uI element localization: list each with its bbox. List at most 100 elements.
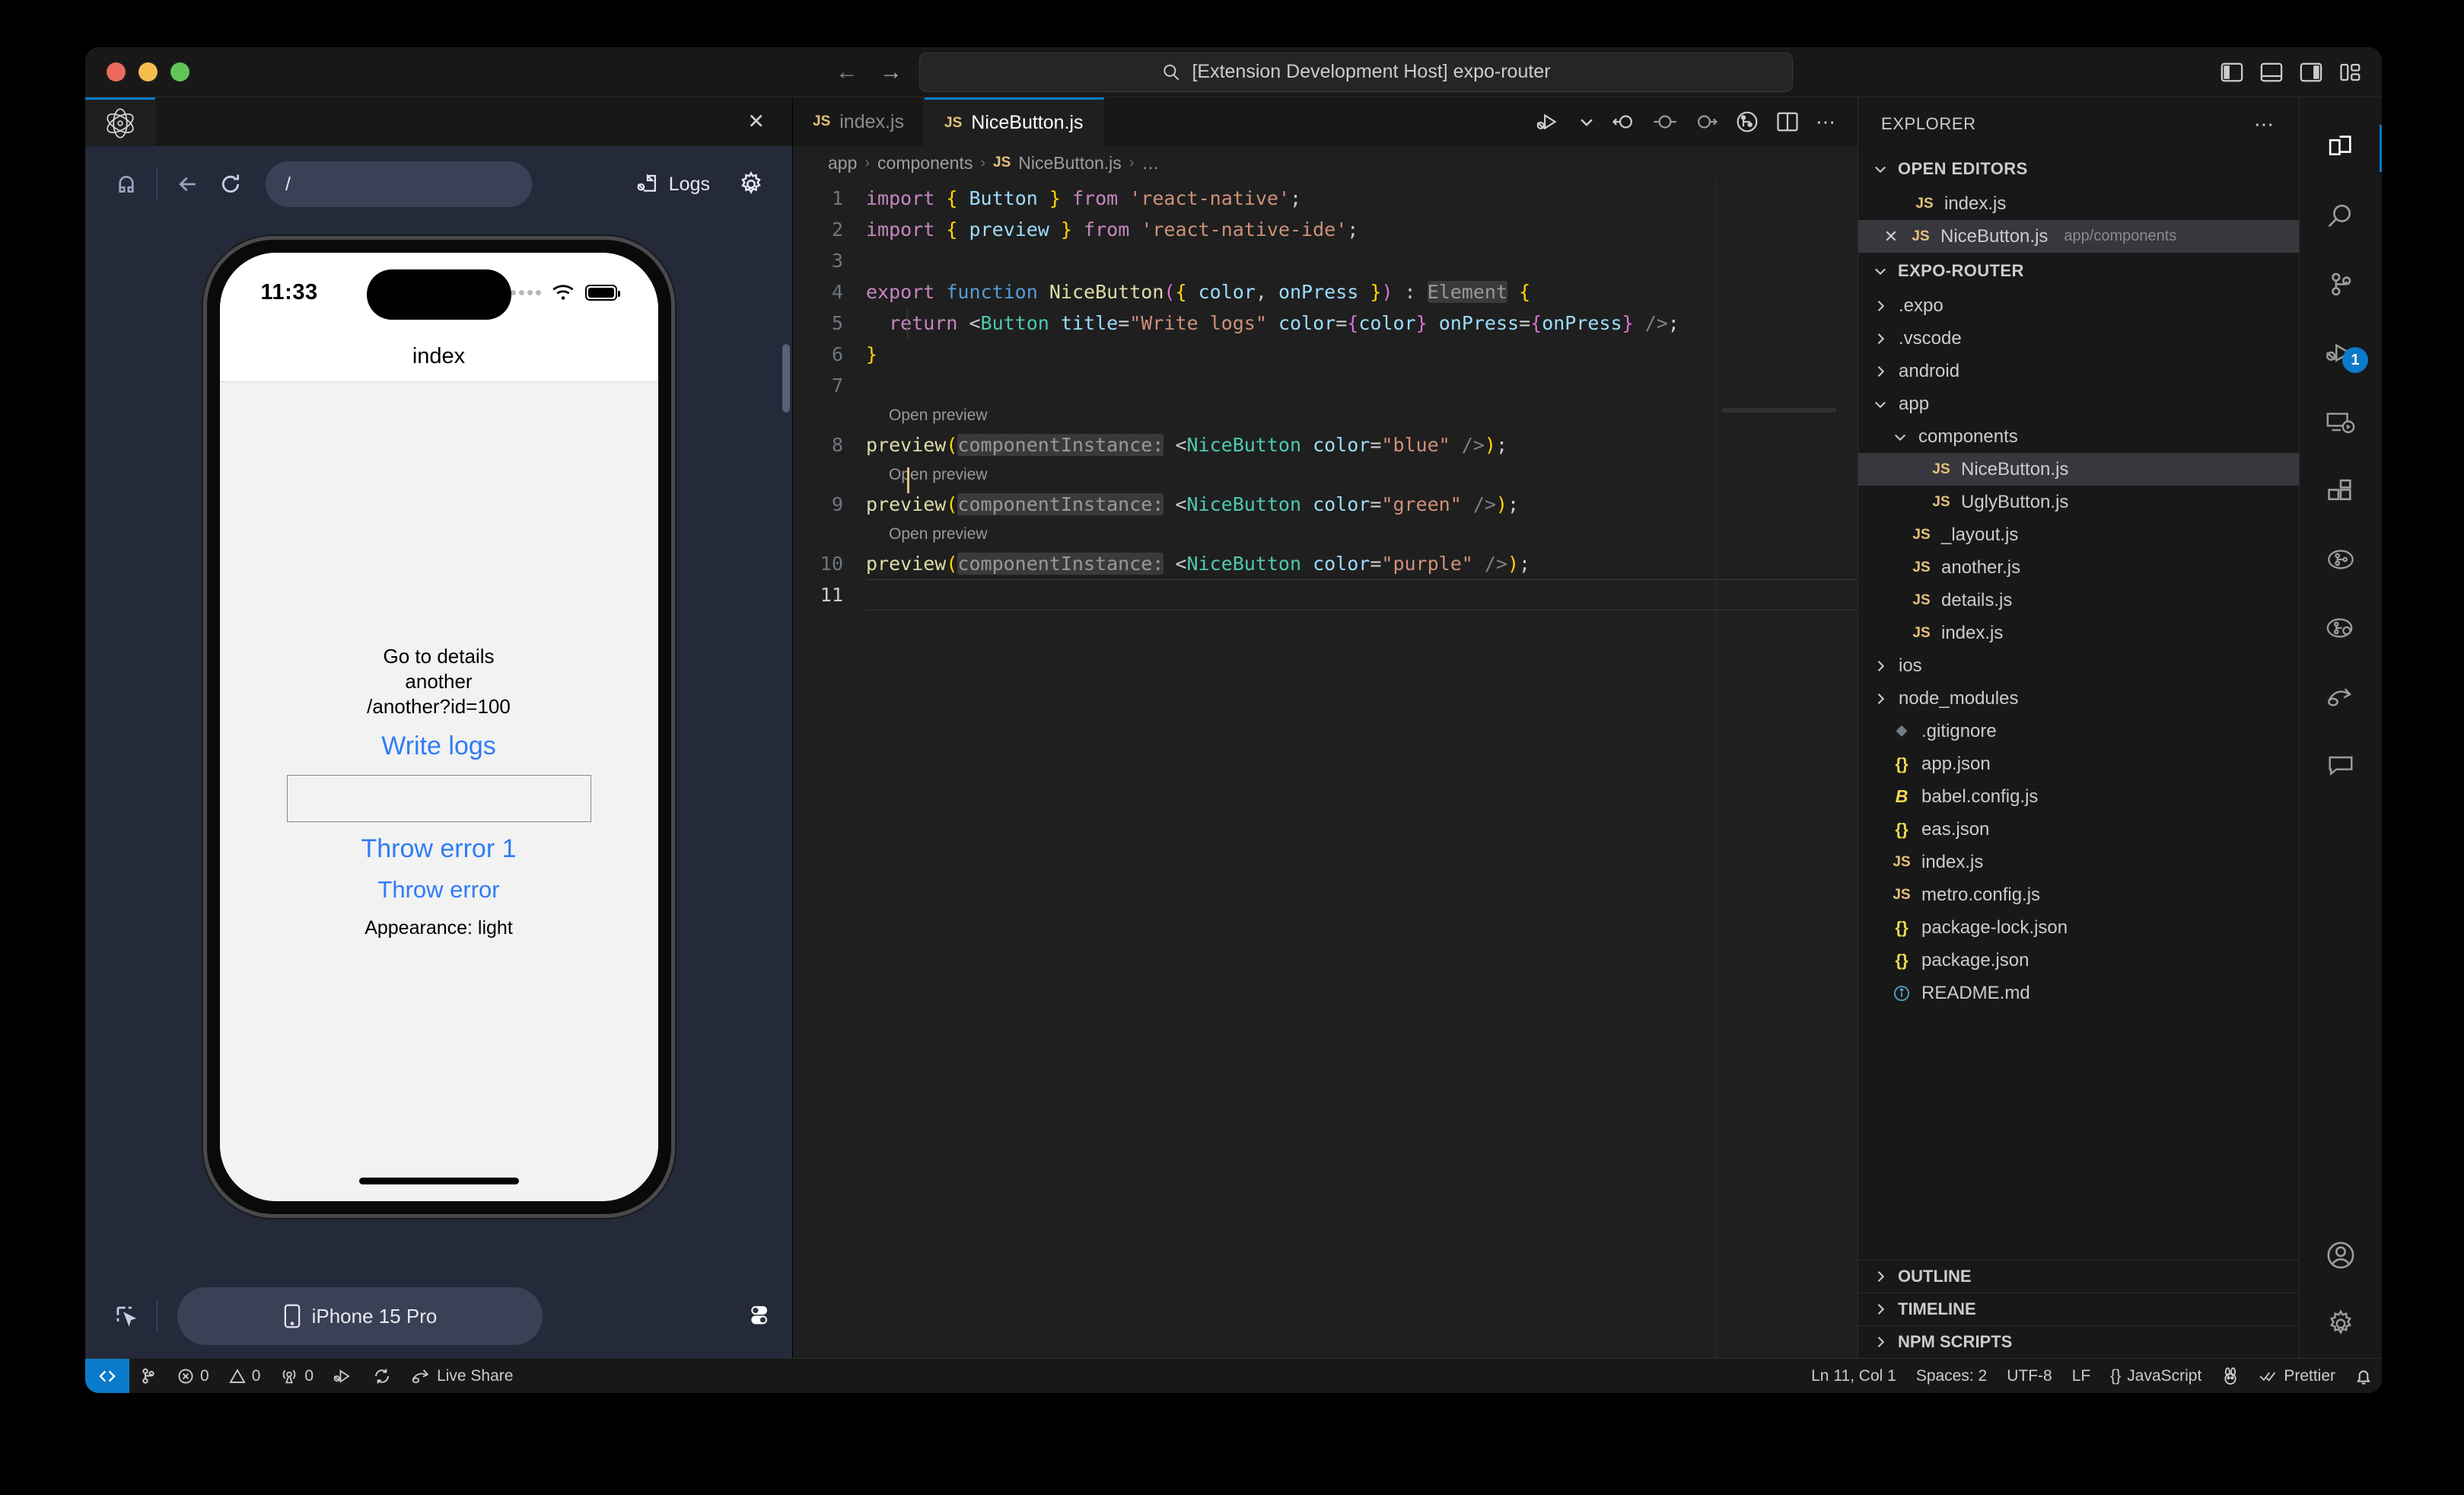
- go-to-details-link[interactable]: Go to details: [384, 644, 495, 669]
- next-change-icon[interactable]: [1694, 110, 1718, 133]
- activitybar-live-share[interactable]: [2300, 662, 2382, 731]
- write-logs-button[interactable]: Write logs: [381, 732, 496, 761]
- tree-file-details-js[interactable]: JSdetails.js: [1858, 584, 2299, 617]
- preview-reload-icon[interactable]: [209, 171, 252, 198]
- text-input-field[interactable]: [287, 775, 591, 822]
- tab-index-js[interactable]: JS index.js: [793, 97, 925, 146]
- status-errors[interactable]: 0: [167, 1359, 219, 1393]
- tree-folder-app[interactable]: app: [1858, 387, 2299, 420]
- preview-tab[interactable]: [85, 97, 155, 146]
- current-change-icon[interactable]: [1653, 110, 1677, 133]
- code-line-7[interactable]: 7: [793, 370, 1858, 401]
- code-lines[interactable]: 1 import { Button } from 'react-native';…: [793, 180, 1858, 1358]
- tree-file-uglybutton-js[interactable]: JSUglyButton.js: [1858, 486, 2299, 518]
- activitybar-explorer[interactable]: [2300, 114, 2382, 183]
- code-line-8[interactable]: 8 preview(componentInstance: <NiceButton…: [793, 429, 1858, 461]
- activitybar-accounts[interactable]: [2300, 1221, 2382, 1289]
- logs-button[interactable]: Logs: [635, 172, 710, 196]
- tab-nicebutton-js[interactable]: JS NiceButton.js: [925, 97, 1104, 146]
- activitybar-test-coverage[interactable]: [2300, 594, 2382, 662]
- throw-error-button[interactable]: Throw error: [377, 876, 499, 904]
- code-line-9[interactable]: 9 preview(componentInstance: <NiceButton…: [793, 489, 1858, 520]
- code-editor[interactable]: 1 import { Button } from 'react-native';…: [793, 180, 1858, 1358]
- tree-folder-components[interactable]: components: [1858, 420, 2299, 453]
- tree-file-package-lock-json[interactable]: {}package-lock.json: [1858, 911, 2299, 944]
- tree-file-layout-js[interactable]: JS_layout.js: [1858, 518, 2299, 551]
- tree-folder-vscode[interactable]: .vscode: [1858, 322, 2299, 355]
- tree-folder-expo[interactable]: .expo: [1858, 289, 2299, 322]
- tree-file-index-js[interactable]: JSindex.js: [1858, 617, 2299, 649]
- status-language-mode[interactable]: {} JavaScript: [2100, 1359, 2211, 1393]
- more-actions-icon[interactable]: ⋯: [2254, 113, 2276, 136]
- tree-file-metro-config-js[interactable]: JSmetro.config.js: [1858, 878, 2299, 911]
- iphone-screen[interactable]: 11:33 index Go to details: [220, 253, 658, 1201]
- section-outline[interactable]: OUTLINE: [1858, 1260, 2299, 1293]
- activitybar-settings[interactable]: [2300, 1289, 2382, 1358]
- close-icon[interactable]: ✕: [1881, 227, 1901, 247]
- activitybar-extensions[interactable]: [2300, 457, 2382, 525]
- breadcrumb-file[interactable]: NiceButton.js: [1018, 153, 1122, 174]
- window-controls[interactable]: [107, 62, 189, 81]
- status-indentation[interactable]: Spaces: 2: [1906, 1359, 1997, 1393]
- breadcrumb[interactable]: app › components › JS NiceButton.js › …: [793, 146, 1858, 180]
- preview-scrollbar[interactable]: [782, 344, 790, 413]
- section-open-editors[interactable]: OPEN EDITORS: [1858, 151, 2299, 187]
- device-selector[interactable]: iPhone 15 Pro: [177, 1287, 543, 1345]
- status-debug[interactable]: [323, 1359, 363, 1393]
- status-warnings[interactable]: 0: [219, 1359, 271, 1393]
- preview-url-input[interactable]: /: [266, 161, 532, 207]
- code-line-10[interactable]: 10 preview(componentInstance: <NiceButto…: [793, 548, 1858, 579]
- status-eol[interactable]: LF: [2062, 1359, 2101, 1393]
- activitybar-chat[interactable]: [2300, 731, 2382, 799]
- status-sync[interactable]: [363, 1359, 401, 1393]
- inspect-pointer-icon[interactable]: [105, 1302, 148, 1330]
- status-encoding[interactable]: UTF-8: [1997, 1359, 2062, 1393]
- go-forward-icon[interactable]: →: [880, 61, 903, 84]
- throw-error-1-button[interactable]: Throw error 1: [361, 834, 516, 864]
- section-expo-router[interactable]: EXPO-ROUTER: [1858, 253, 2299, 289]
- compare-changes-icon[interactable]: [1735, 110, 1759, 134]
- code-line-6[interactable]: 6 }: [793, 339, 1858, 370]
- another-query-link[interactable]: /another?id=100: [367, 694, 511, 719]
- maximize-window-button[interactable]: [170, 62, 189, 81]
- code-line-5[interactable]: 5 return <Button title="Write logs" colo…: [793, 308, 1858, 339]
- activitybar-testing[interactable]: [2300, 525, 2382, 594]
- tree-folder-node-modules[interactable]: node_modules: [1858, 682, 2299, 715]
- chevron-down-icon[interactable]: [1578, 113, 1595, 130]
- activitybar-source-control[interactable]: [2300, 251, 2382, 320]
- toggle-primary-sidebar-icon[interactable]: [2220, 62, 2243, 83]
- tree-file-eas-json[interactable]: {}eas.json: [1858, 813, 2299, 846]
- go-back-icon[interactable]: ←: [836, 61, 858, 84]
- tree-folder-ios[interactable]: ios: [1858, 649, 2299, 682]
- tree-file-app-json[interactable]: {}app.json: [1858, 748, 2299, 780]
- tree-file-package-json[interactable]: {}package.json: [1858, 944, 2299, 977]
- device-settings-toggles-icon[interactable]: [745, 1301, 772, 1332]
- layout-controls[interactable]: [2220, 62, 2362, 83]
- tree-file-nicebutton-js[interactable]: JSNiceButton.js: [1858, 453, 2299, 486]
- tree-file-readme-md[interactable]: README.md: [1858, 977, 2299, 1009]
- remote-window-button[interactable]: [85, 1359, 129, 1393]
- status-cursor-position[interactable]: Ln 11, Col 1: [1801, 1359, 1906, 1393]
- magnet-icon[interactable]: [105, 171, 148, 198]
- customize-layout-icon[interactable]: [2339, 62, 2362, 83]
- close-window-button[interactable]: [107, 62, 126, 81]
- breadcrumb-components[interactable]: components: [877, 153, 973, 174]
- codelens-open-preview[interactable]: Open preview: [793, 461, 1858, 489]
- code-line-3[interactable]: 3: [793, 245, 1858, 276]
- section-timeline[interactable]: TIMELINE: [1858, 1293, 2299, 1325]
- status-rabbit[interactable]: [2211, 1359, 2249, 1393]
- activitybar-search[interactable]: [2300, 183, 2382, 251]
- more-actions-icon[interactable]: ⋯: [1816, 110, 1838, 134]
- preview-settings-icon[interactable]: [730, 171, 772, 198]
- command-center[interactable]: [Extension Development Host] expo-router: [919, 53, 1793, 92]
- code-line-4[interactable]: 4 export function NiceButton({ color, on…: [793, 276, 1858, 308]
- codelens-open-preview[interactable]: Open preview: [793, 520, 1858, 548]
- code-line-2[interactable]: 2 import { preview } from 'react-native-…: [793, 214, 1858, 245]
- status-prettier[interactable]: Prettier: [2249, 1359, 2345, 1393]
- codelens-open-preview[interactable]: Open preview: [793, 401, 1858, 429]
- status-live-share[interactable]: Live Share: [401, 1359, 523, 1393]
- run-and-debug-icon[interactable]: [1536, 110, 1561, 133]
- section-npm-scripts[interactable]: NPM SCRIPTS: [1858, 1325, 2299, 1358]
- breadcrumb-app[interactable]: app: [828, 153, 857, 174]
- activitybar-run-and-debug[interactable]: 1: [2300, 320, 2382, 388]
